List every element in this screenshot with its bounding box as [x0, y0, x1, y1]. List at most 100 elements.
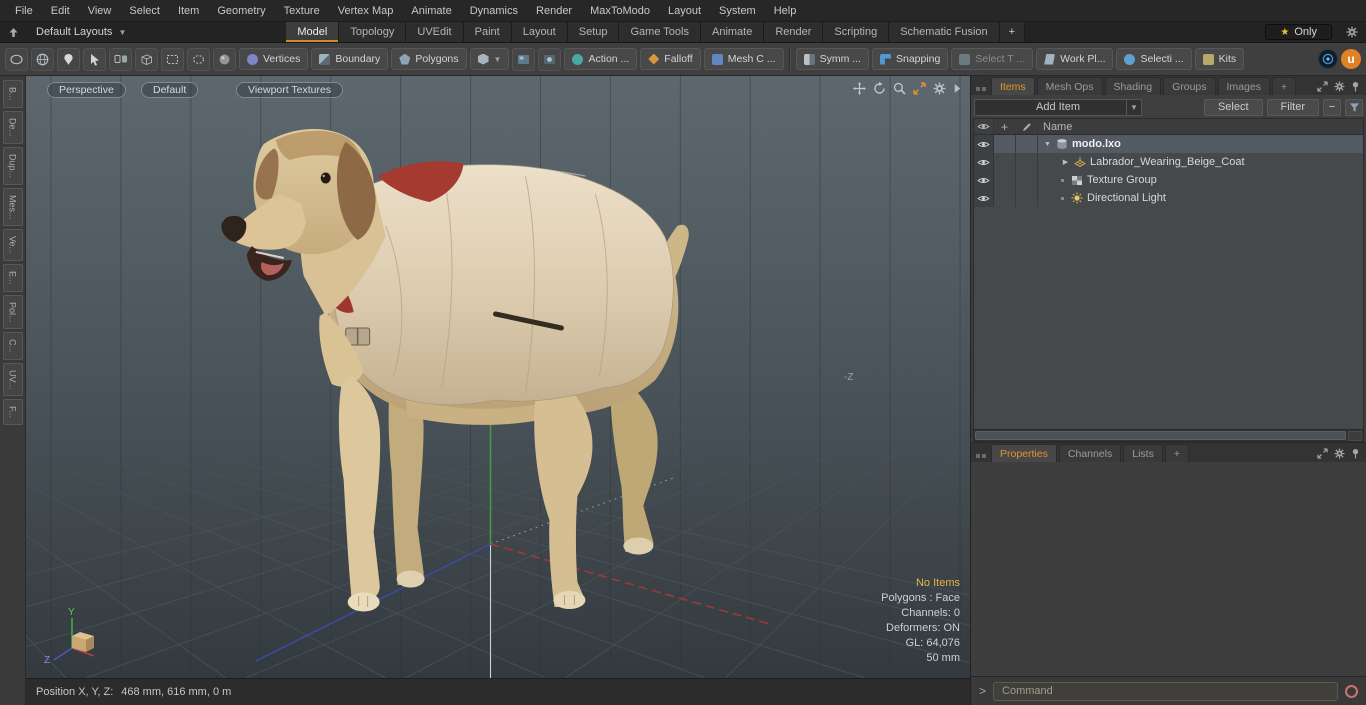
viewport-canvas[interactable]	[26, 76, 970, 678]
left-tab-deform[interactable]: De...	[2, 110, 23, 144]
cursor-tool-icon[interactable]	[83, 47, 106, 71]
menu-animate[interactable]: Animate	[402, 0, 460, 21]
add-column-header[interactable]: +	[994, 119, 1016, 134]
kits-button[interactable]: Kits	[1194, 48, 1245, 70]
visibility-toggle[interactable]	[974, 153, 994, 171]
ellipse-tool-icon[interactable]	[5, 47, 28, 71]
tab-items[interactable]: Items	[991, 77, 1035, 95]
selection-sets-button[interactable]: Selecti ...	[1116, 48, 1192, 70]
polygons-mode-button[interactable]: Polygons	[391, 48, 467, 70]
layout-up-icon[interactable]	[0, 22, 26, 42]
orbit-icon[interactable]	[873, 82, 886, 95]
menu-select[interactable]: Select	[120, 0, 169, 21]
tab-topology[interactable]: Topology	[339, 22, 407, 42]
collapse-list-button[interactable]: −	[1323, 98, 1341, 116]
symmetry-button[interactable]: Symm ...	[795, 48, 869, 70]
vertices-mode-button[interactable]: Vertices	[239, 48, 309, 70]
name-column-header[interactable]: Name	[1038, 119, 1363, 134]
sphere-tool-icon[interactable]	[213, 47, 236, 71]
visibility-toggle[interactable]	[974, 135, 994, 153]
pin-panel-icon[interactable]	[1351, 81, 1360, 92]
menu-file[interactable]: File	[6, 0, 42, 21]
visibility-toggle[interactable]	[974, 171, 994, 189]
command-record-indicator[interactable]	[1345, 684, 1358, 698]
tab-game-tools[interactable]: Game Tools	[619, 22, 701, 42]
select-through-button[interactable]: Select T ...	[951, 48, 1034, 70]
tab-images[interactable]: Images	[1217, 77, 1270, 95]
add-layout-tab-button[interactable]: +	[999, 22, 1026, 42]
modo-sphere-icon[interactable]	[1318, 49, 1338, 69]
pin-tool-icon[interactable]	[57, 47, 80, 71]
falloff-button[interactable]: Falloff	[640, 48, 701, 70]
filter-button[interactable]: Filter	[1266, 98, 1319, 116]
select-button[interactable]: Select	[1203, 98, 1263, 116]
left-tab-duplicate[interactable]: Dup...	[2, 146, 23, 185]
tab-channels[interactable]: Channels	[1058, 444, 1122, 462]
tab-paint[interactable]: Paint	[463, 22, 512, 42]
ref-viewport-icon-2[interactable]	[538, 47, 562, 71]
mesh-constraints-button[interactable]: Mesh C ...	[703, 48, 784, 70]
expand-panel-icon[interactable]	[1317, 81, 1328, 92]
viewport-more-chevron-icon[interactable]	[953, 83, 962, 94]
menu-layout[interactable]: Layout	[659, 0, 710, 21]
left-tab-uv[interactable]: UV...	[2, 363, 23, 397]
expand-panel-icon[interactable]	[1317, 448, 1328, 459]
globe-tool-icon[interactable]	[31, 47, 54, 71]
viewport-textures-button[interactable]: Viewport Textures	[236, 82, 344, 98]
snapping-button[interactable]: Snapping	[871, 48, 949, 70]
axis-gizmo[interactable]: Y Z	[42, 606, 114, 664]
tab-groups[interactable]: Groups	[1163, 77, 1216, 95]
zoom-icon[interactable]	[893, 82, 906, 95]
cube-wire-icon[interactable]	[135, 47, 158, 71]
boundary-mode-button[interactable]: Boundary	[311, 48, 389, 70]
menu-dynamics[interactable]: Dynamics	[461, 0, 527, 21]
viewport-3d[interactable]: Perspective Default Viewport Textures -Z	[26, 76, 970, 678]
tree-item-texture-group[interactable]: Texture Group	[1038, 171, 1363, 189]
tab-properties[interactable]: Properties	[991, 444, 1057, 462]
menu-vertex-map[interactable]: Vertex Map	[329, 0, 403, 21]
viewport-default-button[interactable]: Default	[141, 82, 199, 98]
tab-mesh-ops[interactable]: Mesh Ops	[1036, 77, 1103, 95]
tab-lists[interactable]: Lists	[1123, 444, 1163, 462]
work-plane-button[interactable]: Work Pl...	[1036, 48, 1114, 70]
left-tab-edge[interactable]: E...	[2, 264, 23, 292]
pan-icon[interactable]	[853, 82, 866, 95]
add-item-dropdown[interactable]: Add Item ▼	[974, 98, 1142, 116]
pin-panel-icon[interactable]	[1351, 448, 1360, 459]
item-list-empty-area[interactable]	[974, 207, 1363, 429]
lasso-select-icon[interactable]	[187, 47, 210, 71]
layoutbar-gear-button[interactable]	[1338, 22, 1366, 42]
add-item-chevron[interactable]: ▼	[1126, 99, 1141, 115]
visibility-toggle[interactable]	[974, 189, 994, 207]
mirror-pair-icon[interactable]	[109, 47, 132, 71]
tree-item-light[interactable]: Directional Light	[1038, 189, 1363, 207]
maximize-viewport-icon[interactable]	[913, 82, 926, 95]
menu-help[interactable]: Help	[765, 0, 806, 21]
tree-item-scene[interactable]: ▼ modo.lxo	[1038, 135, 1363, 153]
panel-gear-icon[interactable]	[1334, 81, 1345, 92]
left-tab-curves[interactable]: C...	[2, 332, 23, 361]
viewport-gear-icon[interactable]	[933, 82, 946, 95]
marquee-select-icon[interactable]	[161, 47, 184, 71]
left-tab-vertex[interactable]: Ve...	[2, 229, 23, 262]
horizontal-scrollbar[interactable]	[974, 429, 1363, 441]
command-prompt-chevron[interactable]: >	[979, 684, 986, 698]
menu-render[interactable]: Render	[527, 0, 581, 21]
menu-item[interactable]: Item	[169, 0, 208, 21]
modo-logo-icon[interactable]: u	[1341, 49, 1361, 69]
panel-grip-icon[interactable]	[974, 87, 989, 95]
left-tab-falloff[interactable]: F...	[2, 399, 23, 426]
menu-system[interactable]: System	[710, 0, 765, 21]
disclosure-closed-icon[interactable]: ▶	[1061, 158, 1070, 166]
disclosure-open-icon[interactable]: ▼	[1043, 141, 1052, 148]
command-input[interactable]	[993, 681, 1338, 701]
tab-scripting[interactable]: Scripting	[823, 22, 890, 42]
menu-texture[interactable]: Texture	[275, 0, 329, 21]
tab-props-add[interactable]: +	[1164, 444, 1189, 462]
tab-render[interactable]: Render	[764, 22, 824, 42]
tree-item-mesh[interactable]: ▶ Labrador_Wearing_Beige_Coat	[1038, 153, 1363, 171]
action-center-button[interactable]: Action ...	[564, 48, 638, 70]
default-layouts-dropdown[interactable]: Default Layouts ▼	[26, 22, 136, 42]
menu-edit[interactable]: Edit	[42, 0, 79, 21]
tab-items-add[interactable]: +	[1271, 77, 1297, 95]
